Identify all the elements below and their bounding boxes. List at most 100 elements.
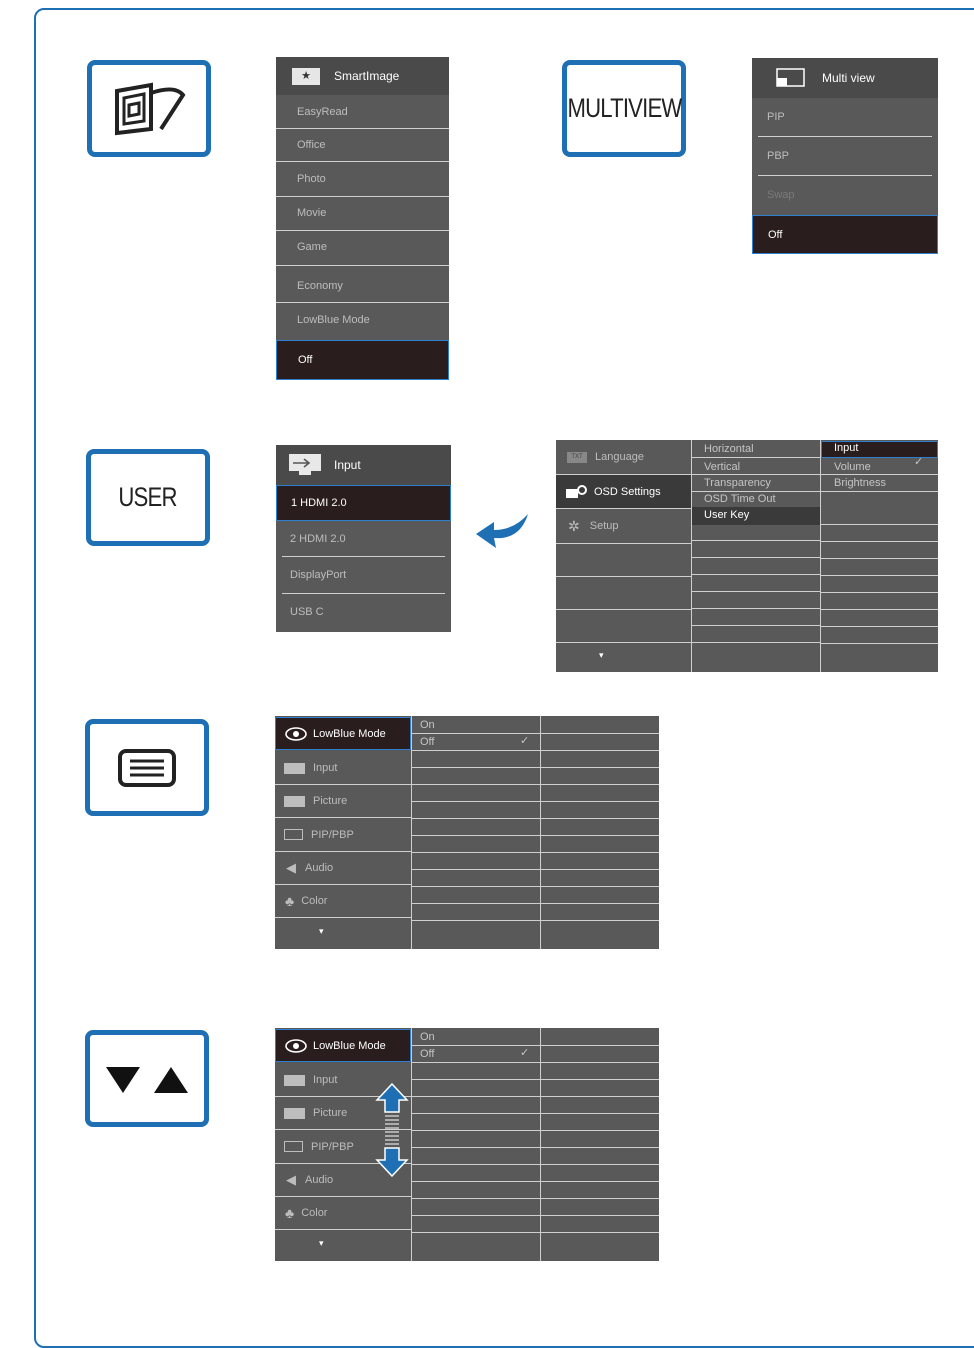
check-icon: ✓ (520, 735, 530, 747)
up-down-navigation-icon (375, 1082, 409, 1178)
multiview-button[interactable]: MULTIVIEW (562, 60, 686, 157)
menu1-left-item-input[interactable]: Input (275, 752, 410, 784)
menu1-option-off[interactable]: Off (420, 736, 434, 749)
multiview-item-disabled: Swap (767, 189, 795, 201)
input-source-icon (289, 454, 321, 475)
input-source-icon (284, 762, 305, 774)
multiview-selected-off[interactable]: Off (752, 215, 938, 254)
input-header: Input (276, 445, 451, 485)
main-menu-lowblue-2: LowBlue Mode Input Picture PIP/PBP ◀ Aud… (275, 1028, 659, 1261)
menu2-left-label: Input (313, 1074, 338, 1086)
check-icon: ✓ (914, 456, 924, 468)
curved-arrow-icon (476, 514, 528, 548)
multiview-menu: Multi view PIP PBP Swap Off (752, 58, 938, 254)
pip-pbp-icon (284, 829, 303, 840)
smartimage-button[interactable] (87, 60, 211, 157)
menu-button[interactable] (85, 719, 209, 816)
speaker-icon: ◀ (286, 860, 296, 875)
multiview-header: Multi view (752, 58, 938, 98)
osd-mid-item[interactable]: Horizontal (704, 443, 754, 456)
osd-mid-item[interactable]: Transparency (704, 477, 771, 490)
osd-settings-icon (566, 485, 587, 498)
multiview-item[interactable]: PBP (752, 137, 938, 175)
osd-mid-item-user-key[interactable]: User Key (704, 509, 749, 522)
gear-icon: ✲ (568, 517, 580, 534)
down-up-arrows-icon (106, 1066, 188, 1093)
star-icon: ★ (292, 67, 320, 85)
multiview-item[interactable]: PIP (752, 98, 938, 136)
color-icon: ♣ (285, 1205, 295, 1221)
user-button-label: USER (118, 482, 178, 512)
menu1-left-label: PIP/PBP (311, 828, 354, 841)
multiview-icon (776, 68, 805, 87)
osd-right-item[interactable]: Volume (834, 461, 871, 474)
smartimage-item[interactable]: Office (276, 129, 449, 161)
multiview-title: Multi view (822, 71, 875, 85)
smartimage-title: SmartImage (334, 69, 400, 83)
smartimage-menu: ★ SmartImage EasyRead Office Photo Movie… (276, 57, 449, 380)
osd-left-item-osd-settings[interactable]: OSD Settings (556, 475, 691, 509)
input-item[interactable]: USB C (276, 594, 451, 630)
smartimage-item[interactable]: Game (276, 231, 449, 263)
menu1-left-label: Input (313, 762, 338, 774)
menu1-left-label: Color (301, 895, 328, 907)
eye-icon (285, 1038, 307, 1053)
menu2-selected-lowblue[interactable]: LowBlue Mode (275, 1029, 411, 1062)
user-button[interactable]: USER (86, 449, 210, 546)
picture-icon (284, 795, 305, 807)
menu1-left-item-pip-pbp[interactable]: PIP/PBP (275, 818, 410, 851)
osd-left-item-setup[interactable]: ✲ Setup (556, 509, 691, 543)
smartimage-header: ★ SmartImage (276, 57, 449, 95)
menu1-left-label: Picture (313, 795, 348, 807)
menu1-left-label: Audio (305, 862, 334, 874)
osd-mid-item[interactable]: OSD Time Out (704, 493, 776, 506)
more-arrow-icon[interactable]: ▾ (319, 1238, 324, 1249)
osd-mid-item[interactable]: Vertical (704, 461, 740, 474)
more-arrow-icon[interactable]: ▾ (319, 926, 324, 937)
osd-right-item-input[interactable]: Input (834, 442, 858, 455)
menu-icon (118, 748, 176, 787)
eye-icon (285, 726, 307, 741)
menu2-left-item-color[interactable]: ♣ Color (275, 1197, 410, 1229)
osd-left-label: Setup (589, 520, 619, 532)
language-icon: TXT (567, 451, 587, 463)
speaker-icon: ◀ (286, 1172, 296, 1187)
smartimage-item[interactable]: Economy (276, 267, 449, 305)
multiview-button-label: MULTIVIEW (567, 93, 682, 123)
more-arrow-icon[interactable]: ▾ (599, 650, 604, 661)
smartimage-item[interactable]: Photo (276, 162, 449, 195)
picture-icon (284, 1107, 305, 1119)
menu2-left-label: Picture (313, 1107, 348, 1119)
pip-pbp-icon (284, 1141, 303, 1152)
input-item[interactable]: 2 HDMI 2.0 (276, 521, 451, 557)
menu2-option-on[interactable]: On (420, 1031, 435, 1044)
menu2-left-label: Audio (305, 1174, 334, 1186)
input-menu: Input 1 HDMI 2.0 2 HDMI 2.0 DisplayPort … (276, 445, 451, 632)
osd-left-label: Language (595, 451, 644, 463)
input-title: Input (334, 458, 361, 472)
smartimage-item[interactable]: LowBlue Mode (276, 303, 449, 337)
input-selected-hdmi1[interactable]: 1 HDMI 2.0 (276, 485, 451, 521)
osd-settings-menu: TXT Language OSD Settings ✲ Setup ▾ Hori… (556, 440, 938, 672)
osd-right-item[interactable]: Brightness (834, 477, 886, 490)
menu1-left-label: LowBlue Mode (313, 727, 386, 740)
smartimage-selected-off[interactable]: Off (276, 340, 449, 380)
main-menu-lowblue: LowBlue Mode Input Picture PIP/PBP ◀ Aud… (275, 716, 659, 949)
down-up-button[interactable] (85, 1030, 209, 1127)
smartimage-item[interactable]: EasyRead (276, 96, 449, 128)
osd-left-item-language[interactable]: TXT Language (556, 440, 691, 474)
osd-left-label: OSD Settings (594, 486, 661, 498)
menu1-selected-lowblue[interactable]: LowBlue Mode (275, 717, 411, 750)
input-item[interactable]: DisplayPort (276, 557, 451, 593)
smartimage-item[interactable]: Movie (276, 197, 449, 229)
color-icon: ♣ (285, 893, 295, 909)
menu1-left-item-color[interactable]: ♣ Color (275, 885, 410, 917)
menu2-option-off[interactable]: Off (420, 1048, 434, 1061)
menu1-left-item-audio[interactable]: ◀ Audio (275, 852, 410, 884)
menu1-left-item-picture[interactable]: Picture (275, 785, 410, 817)
menu2-left-label: Color (301, 1207, 328, 1219)
menu1-option-on[interactable]: On (420, 719, 435, 732)
input-source-icon (284, 1074, 305, 1086)
check-icon: ✓ (520, 1047, 530, 1059)
menu2-left-label: PIP/PBP (311, 1140, 354, 1153)
